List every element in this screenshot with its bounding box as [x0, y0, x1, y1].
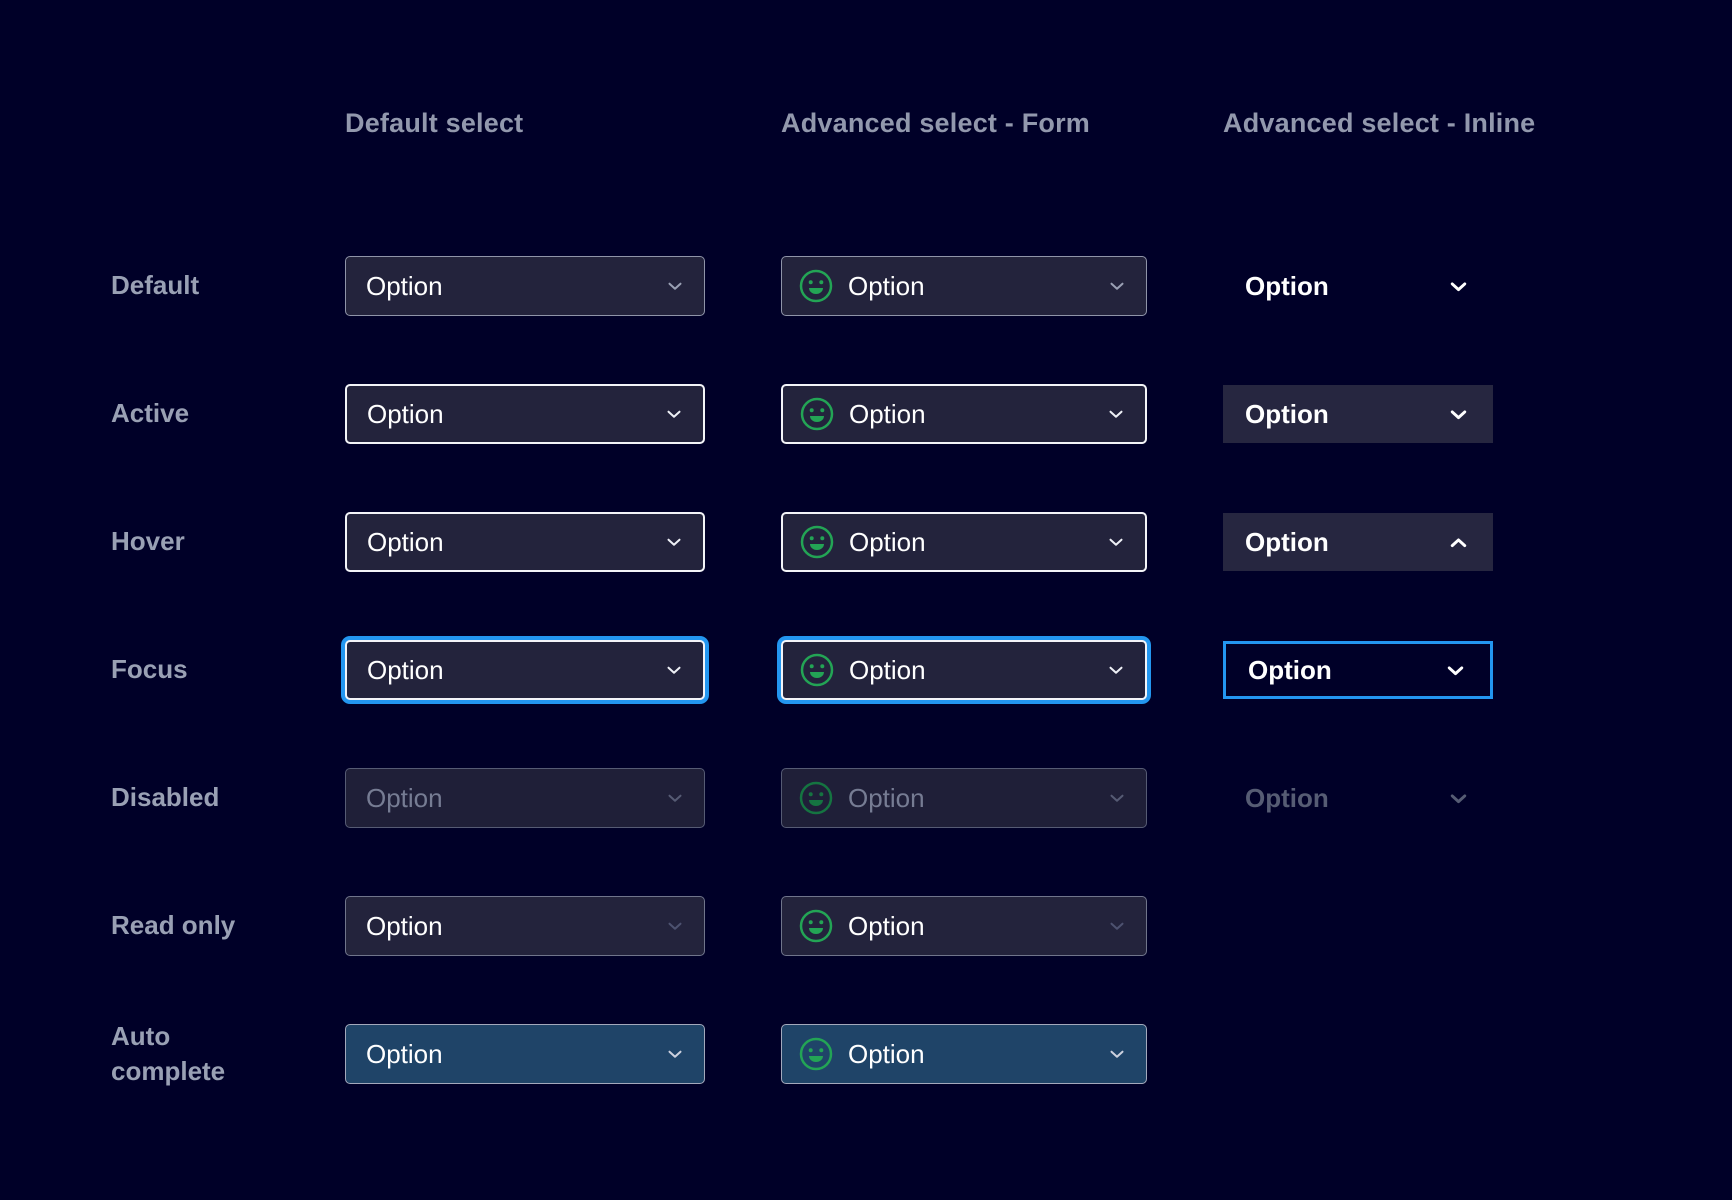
selected-option-label: Option [1245, 399, 1446, 430]
chevron-down-icon [1446, 274, 1471, 299]
selected-option-label: Option [848, 783, 1092, 814]
default-select-readonly-state[interactable]: Option [345, 896, 705, 956]
row-label-hover: Hover [111, 524, 269, 559]
chevron-down-icon [1106, 1043, 1128, 1065]
selected-option-label: Option [366, 911, 650, 942]
selected-option-label: Option [367, 655, 649, 686]
chevron-down-icon [663, 659, 685, 681]
default-select-focus-state[interactable]: Option [345, 640, 705, 700]
chevron-down-icon [663, 403, 685, 425]
inline-select-focus-state[interactable]: Option [1223, 641, 1493, 699]
chevron-down-icon [664, 275, 686, 297]
advanced-form-select-autocomplete-state[interactable]: Option [781, 1024, 1147, 1084]
row-label-focus: Focus [111, 652, 269, 687]
selected-option-label: Option [366, 1039, 650, 1070]
column-header-advanced-form: Advanced select - Form [781, 108, 1147, 139]
default-select-autocomplete-state[interactable]: Option [345, 1024, 705, 1084]
chevron-down-icon [1106, 915, 1128, 937]
row-label-auto-complete: Auto complete [111, 1019, 269, 1089]
advanced-form-select-hover-state[interactable]: Option [781, 512, 1147, 572]
inline-select-default-state[interactable]: Option [1223, 257, 1493, 315]
chevron-down-icon [664, 787, 686, 809]
row-label-default: Default [111, 268, 269, 303]
selected-option-label: Option [1245, 783, 1446, 814]
chevron-down-icon [1443, 658, 1468, 683]
inline-select-hover-state[interactable]: Option [1223, 513, 1493, 571]
selected-option-label: Option [367, 399, 649, 430]
chevron-down-icon [664, 915, 686, 937]
smiley-face-icon [799, 396, 835, 432]
default-select-hover-state[interactable]: Option [345, 512, 705, 572]
chevron-down-icon [1106, 787, 1128, 809]
column-header-advanced-inline: Advanced select - Inline [1223, 108, 1493, 139]
chevron-up-icon [1446, 530, 1471, 555]
chevron-down-icon [1106, 275, 1128, 297]
smiley-face-icon [799, 652, 835, 688]
default-select-active-state[interactable]: Option [345, 384, 705, 444]
selected-option-label: Option [848, 911, 1092, 942]
selected-option-label: Option [366, 783, 650, 814]
smiley-face-icon [798, 780, 834, 816]
default-select-disabled-state: Option [345, 768, 705, 828]
selected-option-label: Option [1245, 271, 1446, 302]
selected-option-label: Option [849, 655, 1091, 686]
smiley-face-icon [798, 1036, 834, 1072]
advanced-form-select-focus-state[interactable]: Option [781, 640, 1147, 700]
column-header-default-select: Default select [345, 108, 705, 139]
advanced-form-select-active-state[interactable]: Option [781, 384, 1147, 444]
chevron-down-icon [664, 1043, 686, 1065]
smiley-face-icon [799, 524, 835, 560]
inline-select-disabled-state: Option [1223, 769, 1493, 827]
selected-option-label: Option [366, 271, 650, 302]
chevron-down-icon [1446, 786, 1471, 811]
selected-option-label: Option [848, 1039, 1092, 1070]
select-states-matrix: Default select Advanced select - Form Ad… [0, 0, 1732, 1118]
default-select-default-state[interactable]: Option [345, 256, 705, 316]
chevron-down-icon [663, 531, 685, 553]
smiley-face-icon [798, 908, 834, 944]
selected-option-label: Option [1245, 527, 1446, 558]
advanced-form-select-readonly-state[interactable]: Option [781, 896, 1147, 956]
selected-option-label: Option [1248, 655, 1443, 686]
row-label-read-only: Read only [111, 908, 269, 943]
advanced-form-select-disabled-state: Option [781, 768, 1147, 828]
chevron-down-icon [1105, 403, 1127, 425]
selected-option-label: Option [848, 271, 1092, 302]
selected-option-label: Option [849, 527, 1091, 558]
chevron-down-icon [1105, 659, 1127, 681]
chevron-down-icon [1105, 531, 1127, 553]
inline-select-active-state[interactable]: Option [1223, 385, 1493, 443]
row-label-disabled: Disabled [111, 780, 269, 815]
chevron-down-icon [1446, 402, 1471, 427]
selected-option-label: Option [367, 527, 649, 558]
row-label-active: Active [111, 396, 269, 431]
smiley-face-icon [798, 268, 834, 304]
advanced-form-select-default-state[interactable]: Option [781, 256, 1147, 316]
selected-option-label: Option [849, 399, 1091, 430]
